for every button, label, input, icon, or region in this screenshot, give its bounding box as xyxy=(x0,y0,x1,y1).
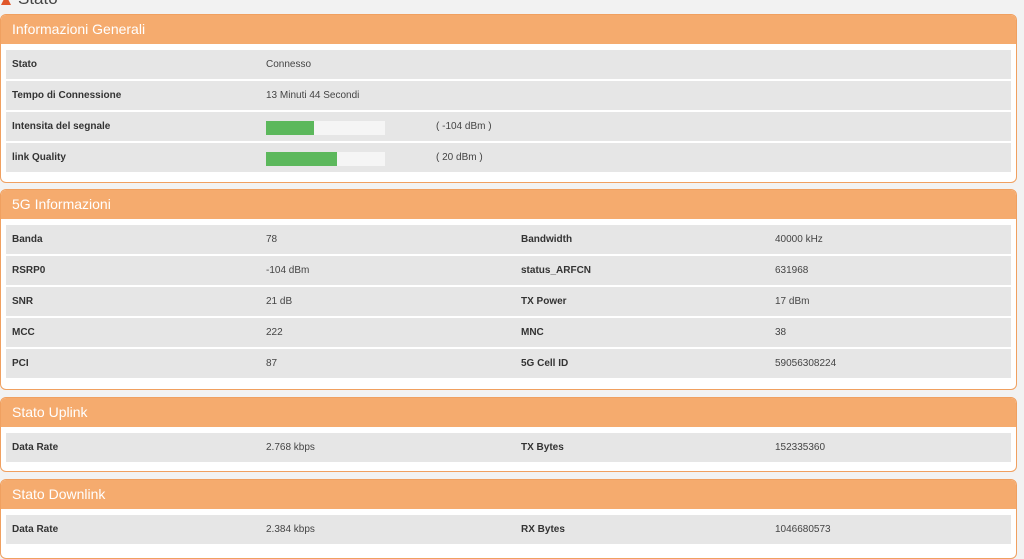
row-label: status_ARFCN xyxy=(521,265,592,276)
uplink-panel: Stato Uplink Data Rate 2.768 kbps TX Byt… xyxy=(0,397,1017,472)
row-label: Intensita del segnale xyxy=(12,121,111,132)
status-icon xyxy=(0,0,12,5)
row-value: Connesso xyxy=(266,59,312,70)
row-label: Banda xyxy=(12,234,43,245)
row-label: Tempo di Connessione xyxy=(12,90,122,101)
table-row: Intensita del segnale ( -104 dBm ) xyxy=(6,112,1011,141)
row-value: 2.384 kbps xyxy=(266,524,315,535)
panel-title: 5G Informazioni xyxy=(1,190,1016,219)
link-quality-bar xyxy=(266,152,385,166)
table-row: PCI 87 5G Cell ID 59056308224 xyxy=(6,349,1011,378)
row-value: 152335360 xyxy=(775,442,826,453)
row-label: Bandwidth xyxy=(521,234,573,245)
signal-strength-bar xyxy=(266,121,385,135)
row-label: PCI xyxy=(12,358,29,369)
row-value: 78 xyxy=(266,234,278,245)
general-info-panel: Informazioni Generali Stato Connesso Tem… xyxy=(0,14,1017,183)
row-label: RSRP0 xyxy=(12,265,46,276)
panel-title: Stato Uplink xyxy=(1,398,1016,427)
table-row: RSRP0 -104 dBm status_ARFCN 631968 xyxy=(6,256,1011,285)
page-title: Stato xyxy=(18,0,58,9)
5g-info-panel: 5G Informazioni Banda 78 Bandwidth 40000… xyxy=(0,189,1017,390)
row-label: TX Power xyxy=(521,296,567,307)
downlink-panel: Stato Downlink Data Rate 2.384 kbps RX B… xyxy=(0,479,1017,559)
page-header: Stato xyxy=(0,0,58,10)
row-label: Stato xyxy=(12,59,37,70)
row-label: TX Bytes xyxy=(521,442,564,453)
signal-dbm: ( -104 dBm ) xyxy=(436,121,492,132)
row-value: 1046680573 xyxy=(775,524,831,535)
row-value: 38 xyxy=(775,327,787,338)
table-row: Tempo di Connessione 13 Minuti 44 Second… xyxy=(6,81,1011,110)
panel-title: Stato Downlink xyxy=(1,480,1016,509)
row-value: 631968 xyxy=(775,265,809,276)
row-label: 5G Cell ID xyxy=(521,358,569,369)
quality-dbm: ( 20 dBm ) xyxy=(436,152,483,163)
table-row: Banda 78 Bandwidth 40000 kHz xyxy=(6,225,1011,254)
row-value: 21 dB xyxy=(266,296,293,307)
row-value: 40000 kHz xyxy=(775,234,823,245)
row-value: 17 dBm xyxy=(775,296,810,307)
row-label: SNR xyxy=(12,296,34,307)
table-row: link Quality ( 20 dBm ) xyxy=(6,143,1011,172)
row-label: Data Rate xyxy=(12,524,59,535)
row-label: RX Bytes xyxy=(521,524,565,535)
row-label: Data Rate xyxy=(12,442,59,453)
table-row: Data Rate 2.768 kbps TX Bytes 152335360 xyxy=(6,433,1011,462)
panel-title: Informazioni Generali xyxy=(1,15,1016,44)
link-quality-fill xyxy=(266,152,338,166)
row-label: MCC xyxy=(12,327,35,338)
row-value: -104 dBm xyxy=(266,265,310,276)
row-value: 222 xyxy=(266,327,283,338)
row-value: 13 Minuti 44 Secondi xyxy=(266,90,360,101)
signal-strength-fill xyxy=(266,121,314,135)
table-row: Stato Connesso xyxy=(6,50,1011,79)
row-value: 59056308224 xyxy=(775,358,837,369)
row-label: link Quality xyxy=(12,152,66,163)
table-row: SNR 21 dB TX Power 17 dBm xyxy=(6,287,1011,316)
row-value: 2.768 kbps xyxy=(266,442,315,453)
table-row: Data Rate 2.384 kbps RX Bytes 1046680573 xyxy=(6,515,1011,544)
table-row: MCC 222 MNC 38 xyxy=(6,318,1011,347)
row-label: MNC xyxy=(521,327,544,338)
row-value: 87 xyxy=(266,358,278,369)
